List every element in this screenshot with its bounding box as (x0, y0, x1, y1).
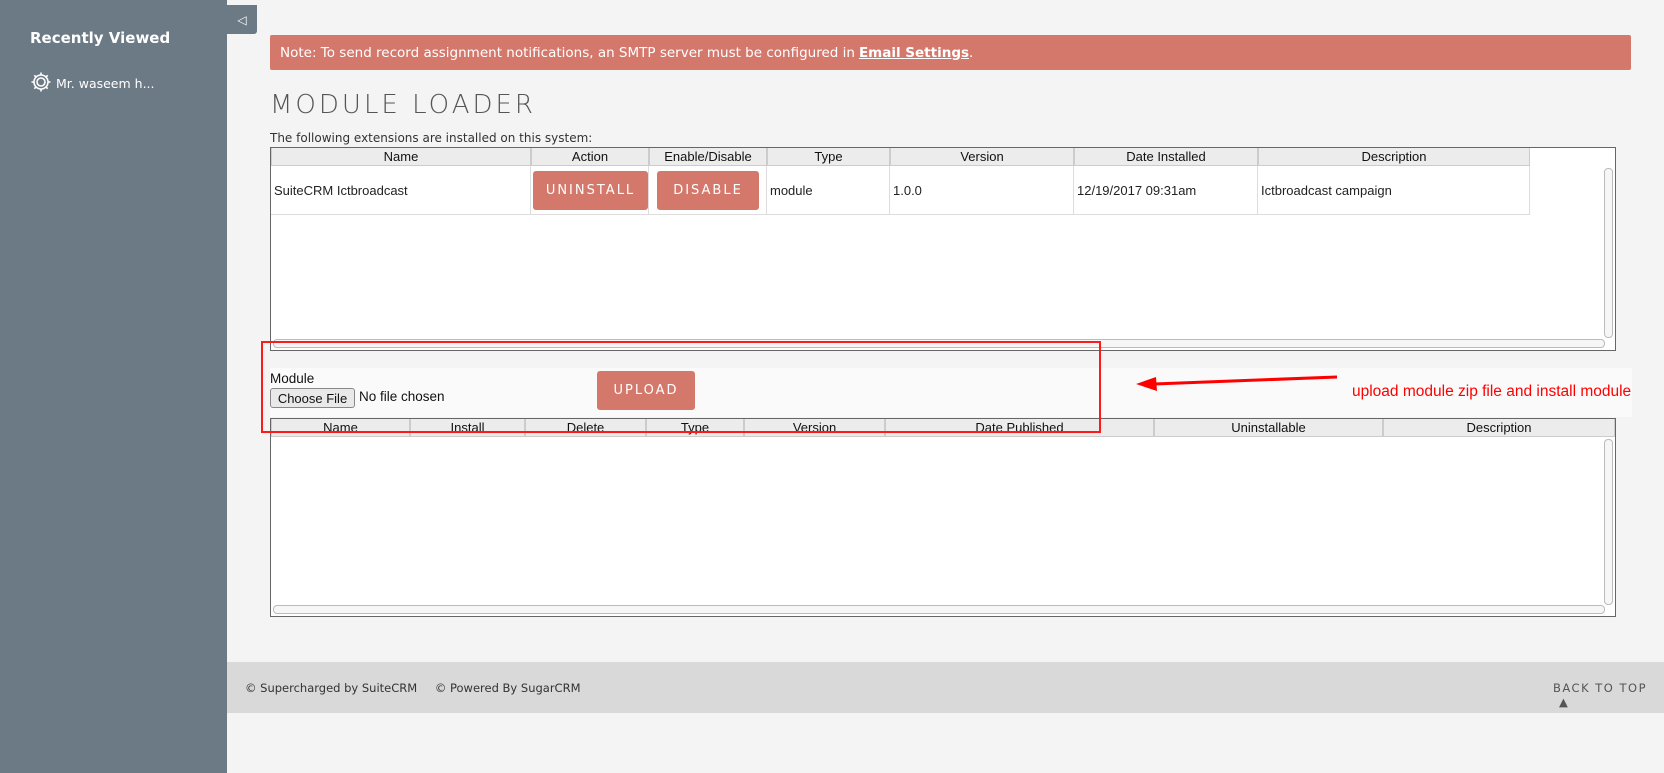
back-to-top-link[interactable]: BACK TO TOP ▲ (1553, 681, 1664, 709)
annotation-text: upload module zip file and install modul… (1352, 383, 1632, 400)
vertical-scrollbar[interactable] (1604, 168, 1613, 338)
header-date-installed: Date Installed (1074, 148, 1258, 166)
cell-name: SuiteCRM Ictbroadcast (271, 166, 531, 214)
gear-icon (30, 71, 56, 96)
installed-note: The following extensions are installed o… (270, 131, 593, 145)
sidebar: Recently Viewed Mr. waseem h... (0, 0, 227, 773)
available-modules-panel: Name Install Delete Type Version Date Pu… (270, 418, 1616, 617)
uninstall-button[interactable]: UNINSTALL (533, 170, 648, 210)
back-to-top-label: BACK TO TOP (1553, 681, 1648, 695)
header-uninstallable: Uninstallable (1154, 419, 1383, 437)
annotation-arrow-icon (1136, 375, 1338, 391)
installed-extensions-panel: Name Action Enable/Disable Type Version … (270, 147, 1616, 351)
notice-text: Note: To send record assignment notifica… (280, 44, 855, 61)
header-version: Version (890, 148, 1074, 166)
header-type: Type (767, 148, 890, 166)
recent-item-label: Mr. waseem h... (56, 76, 155, 91)
cell-action: UNINSTALL (531, 166, 649, 214)
cell-description: Ictbroadcast campaign (1258, 166, 1530, 214)
powered-text: © Powered By SugarCRM (434, 681, 581, 695)
recently-viewed-title: Recently Viewed (30, 29, 171, 47)
supercharged-text: © Supercharged by SuiteCRM (245, 681, 418, 695)
header-action: Action (531, 148, 649, 166)
installed-header-row: Name Action Enable/Disable Type Version … (271, 148, 1530, 166)
recent-item[interactable]: Mr. waseem h... (30, 71, 155, 96)
cell-type: module (767, 166, 890, 214)
footer-credits: © Supercharged by SuiteCRM © Powered By … (245, 681, 595, 695)
annotation-highlight-box (261, 341, 1101, 433)
vertical-scrollbar[interactable] (1604, 439, 1613, 605)
cell-date-installed: 12/19/2017 09:31am (1074, 166, 1258, 214)
header-name: Name (271, 148, 531, 166)
disable-button[interactable]: DISABLE (657, 170, 759, 210)
notice-suffix: . (969, 44, 974, 61)
cell-enable-disable: DISABLE (649, 166, 767, 214)
page-title: MODULE LOADER (270, 90, 536, 120)
horizontal-scrollbar[interactable] (273, 605, 1605, 614)
header-enable-disable: Enable/Disable (649, 148, 767, 166)
collapse-arrow-icon: ◁ (237, 12, 247, 27)
table-row: SuiteCRM Ictbroadcast UNINSTALL DISABLE … (271, 166, 1530, 215)
header-description: Description (1258, 148, 1530, 166)
header-description: Description (1383, 419, 1615, 437)
up-arrow-icon: ▲ (1559, 695, 1570, 709)
email-settings-link[interactable]: Email Settings (859, 45, 969, 61)
cell-version: 1.0.0 (890, 166, 1074, 214)
sidebar-collapse-button[interactable]: ◁ (227, 5, 257, 34)
smtp-notice: Note: To send record assignment notifica… (270, 35, 1631, 70)
